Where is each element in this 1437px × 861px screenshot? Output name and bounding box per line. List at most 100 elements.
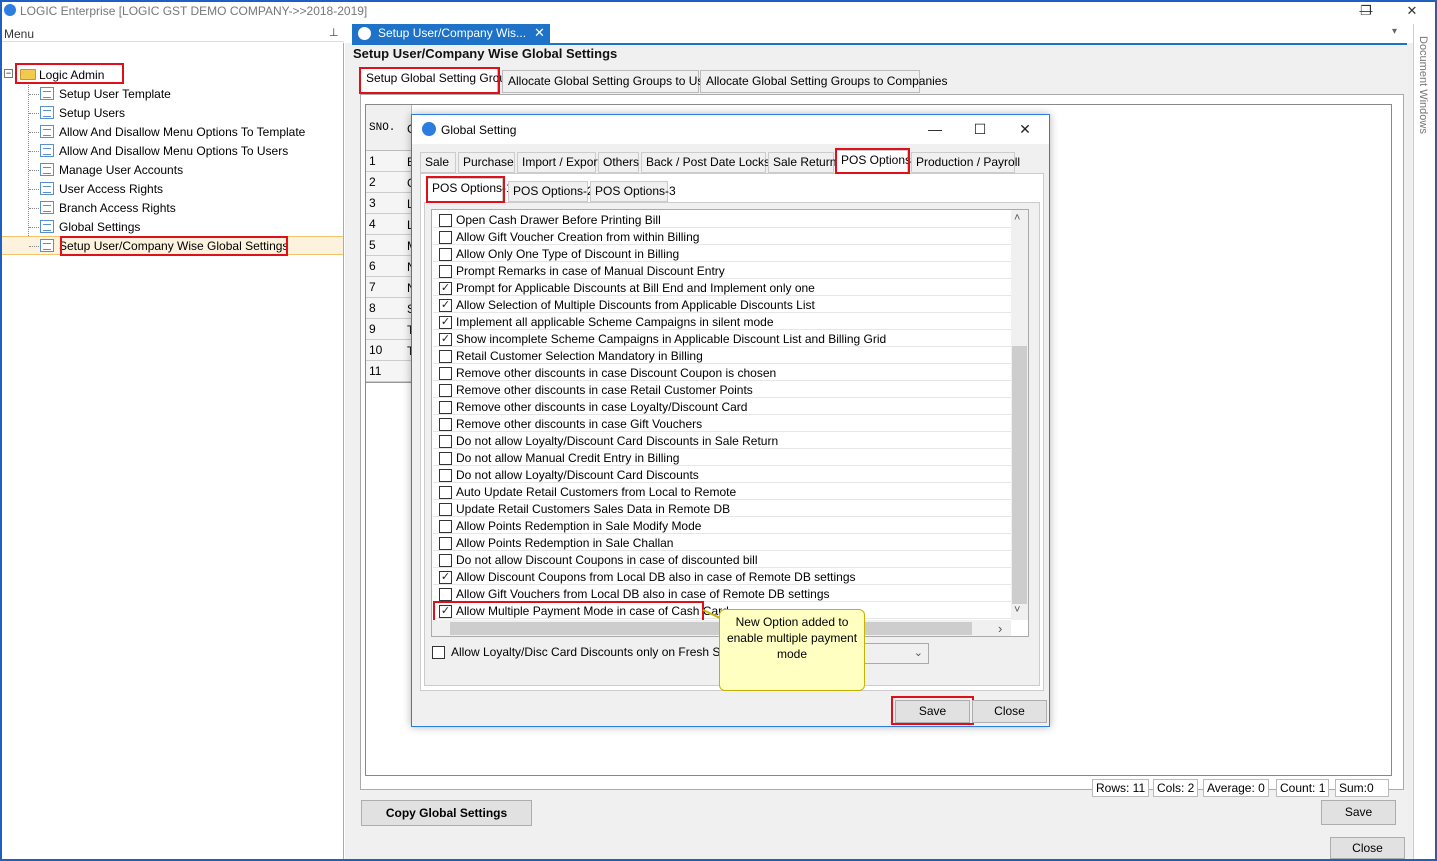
table-row[interactable]: 10 bbox=[366, 340, 412, 361]
save-button[interactable]: Save bbox=[1321, 800, 1396, 825]
tab-others[interactable]: Others bbox=[598, 152, 639, 173]
list-item[interactable]: Allow Gift Vouchers from Local DB also i… bbox=[433, 585, 1011, 602]
form-icon bbox=[40, 163, 54, 176]
list-item[interactable]: ✓ Allow Discount Coupons from Local DB al… bbox=[433, 568, 1011, 585]
tab-allocate-to-users[interactable]: Allocate Global Setting Groups to Users bbox=[502, 70, 720, 93]
list-item[interactable]: Allow Only One Type of Discount in Billi… bbox=[433, 245, 1011, 262]
list-item[interactable]: ✓ Allow Selection of Multiple Discounts f… bbox=[433, 296, 1011, 313]
chevron-down-icon[interactable]: ▾ bbox=[1392, 26, 1397, 37]
table-row[interactable]: 4 bbox=[366, 214, 412, 235]
list-item[interactable]: ✓ Implement all applicable Scheme Campaig… bbox=[433, 313, 1011, 330]
close-button[interactable]: Close bbox=[1330, 837, 1405, 859]
checkbox[interactable] bbox=[439, 248, 452, 261]
list-item[interactable]: Prompt Remarks in case of Manual Discoun… bbox=[433, 262, 1011, 279]
dialog-close-button[interactable]: ✕ bbox=[1003, 117, 1047, 141]
checkbox[interactable] bbox=[439, 435, 452, 448]
checkbox[interactable] bbox=[439, 554, 452, 567]
subtab-pos-options-3[interactable]: POS Options-3 bbox=[590, 181, 676, 202]
tree-item-label: User Access Rights bbox=[59, 182, 164, 196]
option-label: Do not allow Loyalty/Discount Card Disco… bbox=[456, 468, 699, 482]
checkbox[interactable] bbox=[439, 231, 452, 244]
checkbox[interactable] bbox=[439, 384, 452, 397]
tree-expander[interactable]: − bbox=[4, 69, 13, 78]
restore-button[interactable]: ❐ bbox=[1346, 2, 1386, 20]
checkbox[interactable]: ✓ bbox=[439, 571, 452, 584]
list-item[interactable]: Remove other discounts in case Gift Vouc… bbox=[433, 415, 1011, 432]
scrollbar-thumb[interactable] bbox=[1012, 346, 1027, 604]
table-row[interactable]: 11 bbox=[366, 361, 412, 382]
checkbox[interactable] bbox=[439, 486, 452, 499]
list-item[interactable]: Open Cash Drawer Before Printing Bill bbox=[433, 211, 1011, 228]
tab-production-payroll[interactable]: Production / Payroll bbox=[911, 152, 1020, 173]
form-icon bbox=[40, 220, 54, 233]
list-item[interactable]: Update Retail Customers Sales Data in Re… bbox=[433, 500, 1011, 517]
tab-sale[interactable]: Sale bbox=[420, 152, 456, 173]
highlight-box bbox=[60, 236, 288, 256]
list-item[interactable]: Auto Update Retail Customers from Local … bbox=[433, 483, 1011, 500]
document-tab[interactable]: Setup User/Company Wis... ✕ bbox=[352, 24, 550, 43]
tab-allocate-to-companies[interactable]: Allocate Global Setting Groups to Compan… bbox=[700, 70, 947, 93]
table-row[interactable]: 2 bbox=[366, 172, 412, 193]
checkbox[interactable] bbox=[439, 418, 452, 431]
checkbox[interactable]: ✓ bbox=[439, 299, 452, 312]
list-item[interactable]: Do not allow Discount Coupons in case of… bbox=[433, 551, 1011, 568]
list-item[interactable]: Remove other discounts in case Retail Cu… bbox=[433, 381, 1011, 398]
scroll-down-icon[interactable]: ˅ bbox=[1014, 604, 1020, 616]
tab-import-export[interactable]: Import / Export bbox=[517, 152, 601, 173]
list-item[interactable]: Do not allow Manual Credit Entry in Bill… bbox=[433, 449, 1011, 466]
list-item[interactable]: Retail Customer Selection Mandatory in B… bbox=[433, 347, 1011, 364]
list-item[interactable]: Do not allow Loyalty/Discount Card Disco… bbox=[433, 432, 1011, 449]
scrollbar-thumb[interactable] bbox=[450, 622, 972, 635]
checkbox[interactable] bbox=[439, 469, 452, 482]
list-item[interactable]: Allow Points Redemption in Sale Modify M… bbox=[433, 517, 1011, 534]
status-cols: Cols: 2 bbox=[1153, 779, 1199, 797]
checkbox[interactable]: ✓ bbox=[439, 282, 452, 295]
checkbox[interactable]: ✓ bbox=[439, 333, 452, 346]
subtab-pos-options-2[interactable]: POS Options-2 bbox=[508, 181, 594, 202]
tab-sale-return[interactable]: Sale Return bbox=[768, 152, 836, 173]
list-item[interactable]: ✓ Prompt for Applicable Discounts at Bill… bbox=[433, 279, 1011, 296]
list-item[interactable]: Do not allow Loyalty/Discount Card Disco… bbox=[433, 466, 1011, 483]
checkbox[interactable] bbox=[439, 588, 452, 601]
checkbox[interactable] bbox=[432, 646, 445, 659]
pin-icon[interactable]: ⊥ bbox=[329, 26, 339, 39]
table-row[interactable]: 1 bbox=[366, 151, 412, 172]
list-item[interactable]: Allow Gift Voucher Creation from within … bbox=[433, 228, 1011, 245]
table-row[interactable]: 3 bbox=[366, 193, 412, 214]
copy-global-settings-button[interactable]: Copy Global Settings bbox=[361, 800, 532, 826]
checkbox[interactable] bbox=[439, 350, 452, 363]
checkbox[interactable] bbox=[439, 367, 452, 380]
dialog-maximize-button[interactable]: ☐ bbox=[958, 117, 1002, 141]
dialog-close-button-bottom[interactable]: Close bbox=[972, 700, 1047, 723]
checkbox[interactable] bbox=[439, 537, 452, 550]
checkbox[interactable]: ✓ bbox=[439, 316, 452, 329]
tab-purchase[interactable]: Purchase bbox=[458, 152, 515, 173]
table-row[interactable]: 9 bbox=[366, 319, 412, 340]
tab-back-post-date-locks[interactable]: Back / Post Date Locks bbox=[641, 152, 770, 173]
document-windows-label[interactable]: Document Windows bbox=[1417, 36, 1429, 134]
checkbox[interactable] bbox=[439, 265, 452, 278]
list-item[interactable]: Remove other discounts in case Loyalty/D… bbox=[433, 398, 1011, 415]
stock-combo[interactable]: ⌄ bbox=[860, 643, 929, 664]
checkbox[interactable] bbox=[439, 503, 452, 516]
table-row[interactable]: 6 bbox=[366, 256, 412, 277]
tree-connector bbox=[29, 227, 39, 228]
list-item[interactable]: Allow Points Redemption in Sale Challan bbox=[433, 534, 1011, 551]
table-row[interactable]: 8 bbox=[366, 298, 412, 319]
checkbox[interactable] bbox=[439, 214, 452, 227]
checkbox[interactable] bbox=[439, 520, 452, 533]
close-tab-icon[interactable]: ✕ bbox=[534, 25, 545, 41]
scroll-right-icon[interactable]: › bbox=[998, 621, 1002, 636]
window-title: LOGIC Enterprise [LOGIC GST DEMO COMPANY… bbox=[20, 4, 368, 18]
checkbox[interactable] bbox=[439, 401, 452, 414]
close-window-button[interactable]: ✕ bbox=[1392, 2, 1432, 20]
option-label: Do not allow Loyalty/Discount Card Disco… bbox=[456, 434, 779, 448]
option-label: Remove other discounts in case Retail Cu… bbox=[456, 383, 753, 397]
table-row[interactable]: 7 bbox=[366, 277, 412, 298]
scroll-up-icon[interactable]: ˄ bbox=[1014, 212, 1020, 224]
table-row[interactable]: 5 bbox=[366, 235, 412, 256]
checkbox[interactable] bbox=[439, 452, 452, 465]
list-item[interactable]: Remove other discounts in case Discount … bbox=[433, 364, 1011, 381]
list-item[interactable]: ✓ Show incomplete Scheme Campaigns in App… bbox=[433, 330, 1011, 347]
dialog-minimize-button[interactable]: — bbox=[913, 117, 957, 141]
